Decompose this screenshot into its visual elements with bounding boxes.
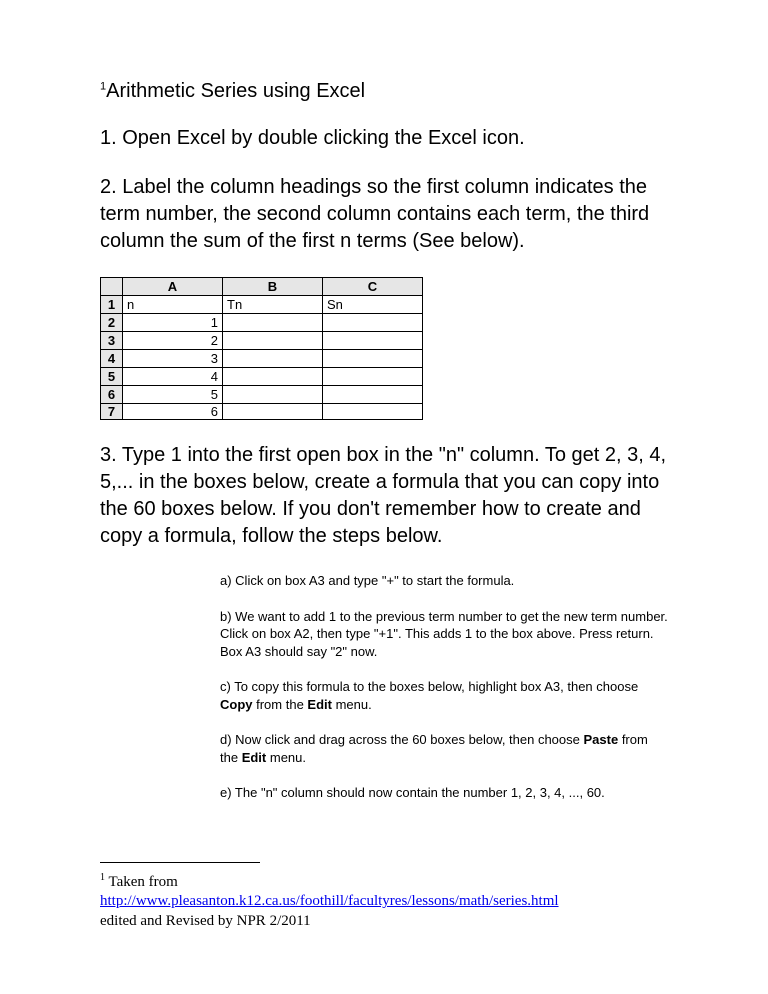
col-header-c: C	[323, 278, 423, 296]
cell-a3: 2	[123, 332, 223, 350]
cell-a7: 6	[123, 404, 223, 420]
cell-a5: 4	[123, 368, 223, 386]
document-page: 1Arithmetic Series using Excel 1. Open E…	[0, 0, 768, 971]
spreadsheet-example: A B C 1 n Tn Sn 2 1 3 2	[100, 277, 668, 420]
cell-a1: n	[123, 296, 223, 314]
footnote-separator	[100, 862, 260, 863]
row-header: 7	[101, 404, 123, 420]
substep-c: c) To copy this formula to the boxes bel…	[220, 678, 668, 713]
substep-a: a) Click on box A3 and type "+" to start…	[220, 572, 668, 590]
spreadsheet-table: A B C 1 n Tn Sn 2 1 3 2	[100, 277, 423, 420]
row-header: 4	[101, 350, 123, 368]
cell-c3	[323, 332, 423, 350]
sheet-corner	[101, 278, 123, 296]
cell-c2	[323, 314, 423, 332]
cell-c7	[323, 404, 423, 420]
row-header: 3	[101, 332, 123, 350]
substep-d-text3: menu.	[266, 750, 306, 765]
footnote-taken: Taken from	[105, 874, 178, 890]
cell-b5	[223, 368, 323, 386]
step-3: 3. Type 1 into the first open box in the…	[100, 442, 668, 550]
cell-b3	[223, 332, 323, 350]
substeps: a) Click on box A3 and type "+" to start…	[220, 572, 668, 802]
substep-e: e) The "n" column should now contain the…	[220, 784, 668, 802]
col-header-b: B	[223, 278, 323, 296]
page-title: 1Arithmetic Series using Excel	[100, 80, 668, 103]
footnote-link[interactable]: http://www.pleasanton.k12.ca.us/foothill…	[100, 893, 559, 909]
cell-a4: 3	[123, 350, 223, 368]
title-text: Arithmetic Series using Excel	[106, 80, 365, 102]
footnote-edited: edited and Revised by NPR 2/2011	[100, 913, 311, 929]
row-header: 5	[101, 368, 123, 386]
cell-c5	[323, 368, 423, 386]
cell-b4	[223, 350, 323, 368]
cell-c4	[323, 350, 423, 368]
substep-c-edit: Edit	[307, 697, 332, 712]
cell-b7	[223, 404, 323, 420]
substep-d-paste: Paste	[584, 732, 619, 747]
substep-d: d) Now click and drag across the 60 boxe…	[220, 731, 668, 766]
row-header: 1	[101, 296, 123, 314]
substep-c-text2: from the	[253, 697, 308, 712]
cell-a2: 1	[123, 314, 223, 332]
substep-c-text3: menu.	[332, 697, 372, 712]
row-header: 2	[101, 314, 123, 332]
footnote: 1 Taken from http://www.pleasanton.k12.c…	[100, 871, 668, 932]
cell-b6	[223, 386, 323, 404]
cell-a6: 5	[123, 386, 223, 404]
cell-b2	[223, 314, 323, 332]
cell-b1: Tn	[223, 296, 323, 314]
col-header-a: A	[123, 278, 223, 296]
substep-c-text: c) To copy this formula to the boxes bel…	[220, 679, 638, 694]
step-2: 2. Label the column headings so the firs…	[100, 174, 668, 255]
step-1: 1. Open Excel by double clicking the Exc…	[100, 125, 668, 152]
row-header: 6	[101, 386, 123, 404]
cell-c6	[323, 386, 423, 404]
substep-b: b) We want to add 1 to the previous term…	[220, 608, 668, 661]
substep-d-edit: Edit	[242, 750, 267, 765]
substep-d-text: d) Now click and drag across the 60 boxe…	[220, 732, 584, 747]
substep-c-copy: Copy	[220, 697, 253, 712]
cell-c1: Sn	[323, 296, 423, 314]
